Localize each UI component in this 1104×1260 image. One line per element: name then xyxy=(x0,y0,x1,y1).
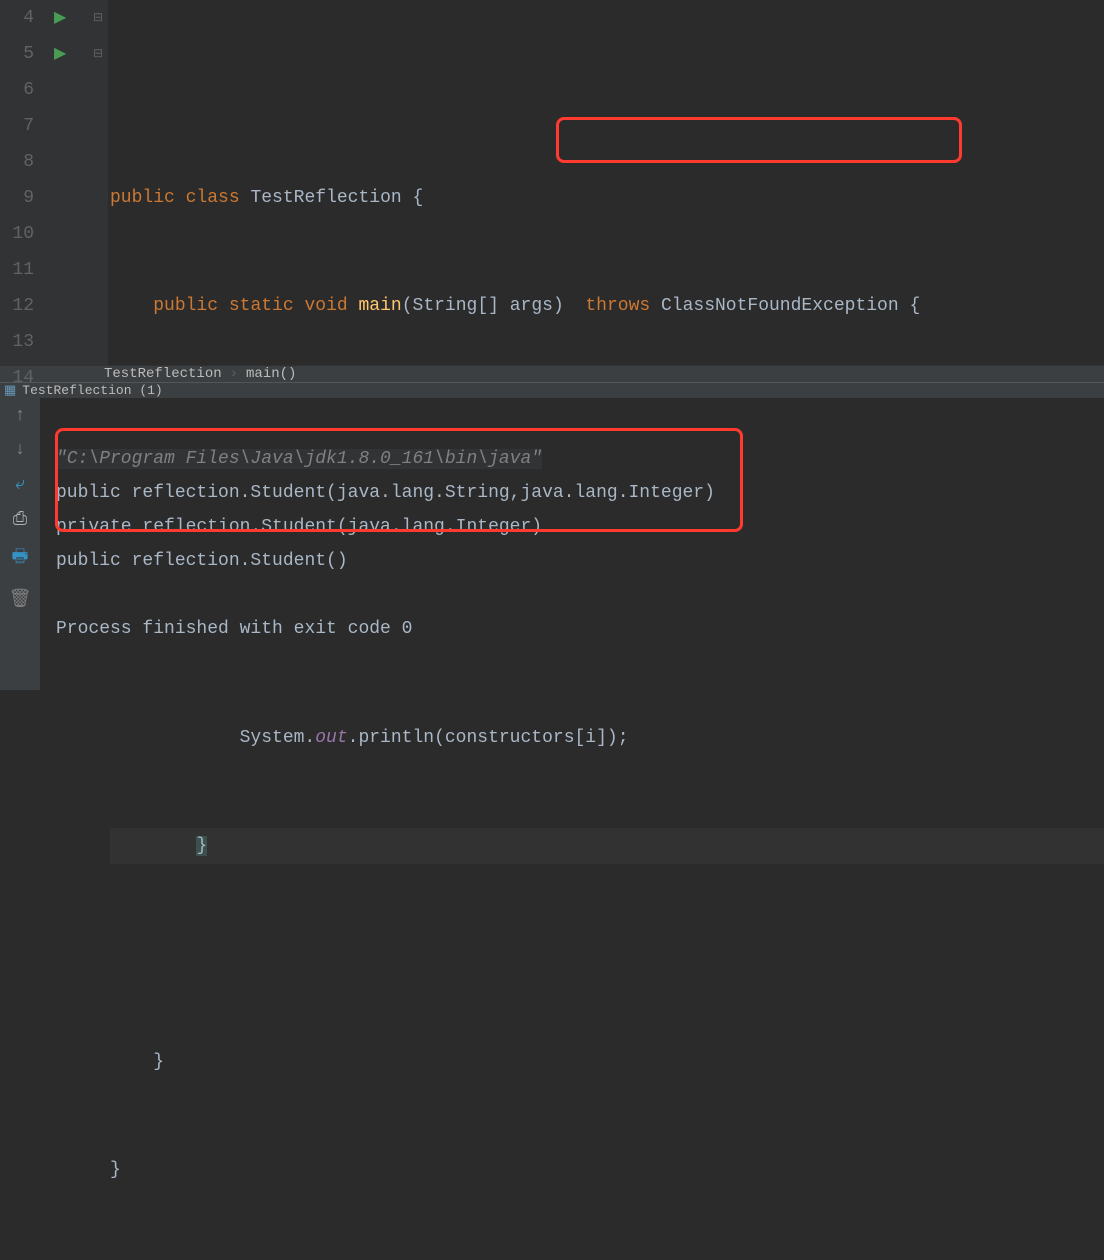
down-arrow-icon[interactable]: ↓ xyxy=(15,440,26,460)
code-editor[interactable]: public class TestReflection { public sta… xyxy=(108,0,1104,365)
up-arrow-icon[interactable]: ↑ xyxy=(15,406,26,426)
line-number-gutter: 4 5 6 7 8 9 10 11 12 13 14 xyxy=(0,0,48,365)
console-output[interactable]: "C:\Program Files\Java\jdk1.8.0_161\bin\… xyxy=(40,398,1104,690)
print-icon[interactable]: 🖶 xyxy=(12,544,29,574)
gutter-icons-column: ▶ ▶ xyxy=(48,0,88,365)
console-command-path: "C:\Program Files\Java\jdk1.8.0_161\bin\… xyxy=(56,449,542,469)
console-line: private reflection.Student(java.lang.Int… xyxy=(56,517,542,537)
run-line-icon[interactable]: ▶ xyxy=(48,36,88,72)
run-line-icon[interactable]: ▶ xyxy=(48,0,88,36)
fold-open-icon[interactable]: ⊟ xyxy=(88,0,108,36)
console-exit-line: Process finished with exit code 0 xyxy=(56,619,412,639)
console-line: public reflection.Student() xyxy=(56,551,348,571)
fold-close-icon[interactable]: ⊟ xyxy=(88,36,108,72)
fold-column: ⊟ ⊟ xyxy=(88,0,108,365)
console-toolbar: ↑ ↓ ⤶ ⎙ 🖶 🗑 xyxy=(0,398,40,690)
soft-wrap-icon[interactable]: ⤶ xyxy=(15,474,25,495)
scroll-to-end-icon[interactable]: ⎙ xyxy=(13,509,27,530)
trash-icon[interactable]: 🗑 xyxy=(9,588,32,610)
console-line: public reflection.Student(java.lang.Stri… xyxy=(56,483,715,503)
